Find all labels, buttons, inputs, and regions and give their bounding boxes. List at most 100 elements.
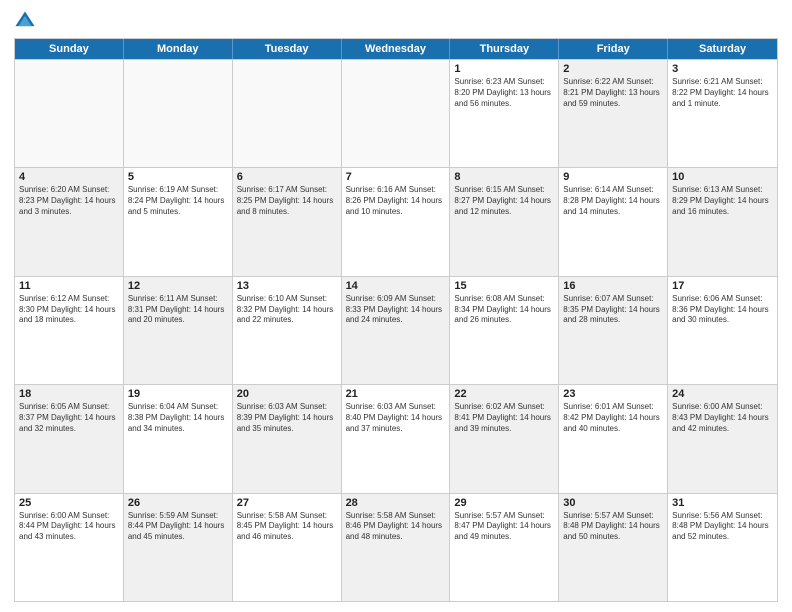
calendar-header-row: SundayMondayTuesdayWednesdayThursdayFrid…	[15, 39, 777, 59]
cell-text: Sunrise: 6:00 AM Sunset: 8:44 PM Dayligh…	[19, 511, 119, 543]
cell-text: Sunrise: 6:15 AM Sunset: 8:27 PM Dayligh…	[454, 185, 554, 217]
day-number: 27	[237, 497, 337, 509]
day-number: 24	[672, 388, 773, 400]
cell-text: Sunrise: 6:11 AM Sunset: 8:31 PM Dayligh…	[128, 294, 228, 326]
cell-text: Sunrise: 6:19 AM Sunset: 8:24 PM Dayligh…	[128, 185, 228, 217]
day-number: 11	[19, 280, 119, 292]
day-number: 16	[563, 280, 663, 292]
cell-text: Sunrise: 6:05 AM Sunset: 8:37 PM Dayligh…	[19, 402, 119, 434]
calendar-cell: 9 Sunrise: 6:14 AM Sunset: 8:28 PM Daylig…	[559, 168, 668, 275]
day-number: 29	[454, 497, 554, 509]
calendar-cell: 8 Sunrise: 6:15 AM Sunset: 8:27 PM Daylig…	[450, 168, 559, 275]
calendar: SundayMondayTuesdayWednesdayThursdayFrid…	[14, 38, 778, 602]
header	[14, 10, 778, 32]
cell-text: Sunrise: 6:03 AM Sunset: 8:40 PM Dayligh…	[346, 402, 446, 434]
cell-text: Sunrise: 6:03 AM Sunset: 8:39 PM Dayligh…	[237, 402, 337, 434]
calendar-week-row: 18Sunrise: 6:05 AM Sunset: 8:37 PM Dayli…	[15, 384, 777, 492]
calendar-cell: 17Sunrise: 6:06 AM Sunset: 8:36 PM Dayli…	[668, 277, 777, 384]
calendar-cell-empty	[233, 60, 342, 167]
day-number: 28	[346, 497, 446, 509]
day-number: 3	[672, 63, 773, 75]
cell-text: Sunrise: 6:08 AM Sunset: 8:34 PM Dayligh…	[454, 294, 554, 326]
calendar-cell: 5 Sunrise: 6:19 AM Sunset: 8:24 PM Daylig…	[124, 168, 233, 275]
day-number: 7	[346, 171, 446, 183]
calendar-cell: 2 Sunrise: 6:22 AM Sunset: 8:21 PM Daylig…	[559, 60, 668, 167]
day-number: 14	[346, 280, 446, 292]
calendar-cell: 27 Sunrise: 5:58 AM Sunset: 8:45 PM Dayli…	[233, 494, 342, 601]
day-number: 8	[454, 171, 554, 183]
calendar-cell: 24 Sunrise: 6:00 AM Sunset: 8:43 PM Dayli…	[668, 385, 777, 492]
cell-text: Sunrise: 5:56 AM Sunset: 8:48 PM Dayligh…	[672, 511, 773, 543]
calendar-cell: 6 Sunrise: 6:17 AM Sunset: 8:25 PM Daylig…	[233, 168, 342, 275]
cell-text: Sunrise: 6:01 AM Sunset: 8:42 PM Dayligh…	[563, 402, 663, 434]
cell-text: Sunrise: 6:04 AM Sunset: 8:38 PM Dayligh…	[128, 402, 228, 434]
calendar-cell: 26Sunrise: 5:59 AM Sunset: 8:44 PM Dayli…	[124, 494, 233, 601]
day-number: 22	[454, 388, 554, 400]
page: SundayMondayTuesdayWednesdayThursdayFrid…	[0, 0, 792, 612]
calendar-cell: 31 Sunrise: 5:56 AM Sunset: 8:48 PM Dayli…	[668, 494, 777, 601]
cell-text: Sunrise: 6:21 AM Sunset: 8:22 PM Dayligh…	[672, 77, 773, 109]
calendar-cell: 10Sunrise: 6:13 AM Sunset: 8:29 PM Dayli…	[668, 168, 777, 275]
calendar-cell: 7Sunrise: 6:16 AM Sunset: 8:26 PM Daylig…	[342, 168, 451, 275]
calendar-cell: 4 Sunrise: 6:20 AM Sunset: 8:23 PM Daylig…	[15, 168, 124, 275]
calendar-cell: 28 Sunrise: 5:58 AM Sunset: 8:46 PM Dayli…	[342, 494, 451, 601]
calendar-week-row: 1 Sunrise: 6:23 AM Sunset: 8:20 PM Daylig…	[15, 59, 777, 167]
calendar-header-cell: Tuesday	[233, 39, 342, 59]
cell-text: Sunrise: 6:14 AM Sunset: 8:28 PM Dayligh…	[563, 185, 663, 217]
calendar-header-cell: Friday	[559, 39, 668, 59]
calendar-cell: 30Sunrise: 5:57 AM Sunset: 8:48 PM Dayli…	[559, 494, 668, 601]
calendar-cell: 11 Sunrise: 6:12 AM Sunset: 8:30 PM Dayli…	[15, 277, 124, 384]
calendar-header-cell: Thursday	[450, 39, 559, 59]
cell-text: Sunrise: 6:06 AM Sunset: 8:36 PM Dayligh…	[672, 294, 773, 326]
day-number: 5	[128, 171, 228, 183]
logo	[14, 10, 40, 32]
day-number: 2	[563, 63, 663, 75]
calendar-cell: 15Sunrise: 6:08 AM Sunset: 8:34 PM Dayli…	[450, 277, 559, 384]
calendar-cell: 3 Sunrise: 6:21 AM Sunset: 8:22 PM Daylig…	[668, 60, 777, 167]
cell-text: Sunrise: 6:23 AM Sunset: 8:20 PM Dayligh…	[454, 77, 554, 109]
cell-text: Sunrise: 6:07 AM Sunset: 8:35 PM Dayligh…	[563, 294, 663, 326]
day-number: 12	[128, 280, 228, 292]
cell-text: Sunrise: 6:13 AM Sunset: 8:29 PM Dayligh…	[672, 185, 773, 217]
day-number: 6	[237, 171, 337, 183]
cell-text: Sunrise: 5:58 AM Sunset: 8:46 PM Dayligh…	[346, 511, 446, 543]
day-number: 25	[19, 497, 119, 509]
calendar-cell: 29Sunrise: 5:57 AM Sunset: 8:47 PM Dayli…	[450, 494, 559, 601]
calendar-header-cell: Sunday	[15, 39, 124, 59]
calendar-cell-empty	[342, 60, 451, 167]
cell-text: Sunrise: 6:22 AM Sunset: 8:21 PM Dayligh…	[563, 77, 663, 109]
cell-text: Sunrise: 6:10 AM Sunset: 8:32 PM Dayligh…	[237, 294, 337, 326]
calendar-cell: 12 Sunrise: 6:11 AM Sunset: 8:31 PM Dayli…	[124, 277, 233, 384]
cell-text: Sunrise: 6:00 AM Sunset: 8:43 PM Dayligh…	[672, 402, 773, 434]
day-number: 4	[19, 171, 119, 183]
cell-text: Sunrise: 6:12 AM Sunset: 8:30 PM Dayligh…	[19, 294, 119, 326]
calendar-week-row: 11 Sunrise: 6:12 AM Sunset: 8:30 PM Dayli…	[15, 276, 777, 384]
calendar-header-cell: Saturday	[668, 39, 777, 59]
logo-icon	[14, 10, 36, 32]
cell-text: Sunrise: 5:58 AM Sunset: 8:45 PM Dayligh…	[237, 511, 337, 543]
calendar-cell: 25 Sunrise: 6:00 AM Sunset: 8:44 PM Dayli…	[15, 494, 124, 601]
day-number: 31	[672, 497, 773, 509]
day-number: 1	[454, 63, 554, 75]
calendar-cell: 19Sunrise: 6:04 AM Sunset: 8:38 PM Dayli…	[124, 385, 233, 492]
calendar-cell: 18Sunrise: 6:05 AM Sunset: 8:37 PM Dayli…	[15, 385, 124, 492]
calendar-cell: 22 Sunrise: 6:02 AM Sunset: 8:41 PM Dayli…	[450, 385, 559, 492]
day-number: 23	[563, 388, 663, 400]
cell-text: Sunrise: 6:17 AM Sunset: 8:25 PM Dayligh…	[237, 185, 337, 217]
calendar-cell: 21 Sunrise: 6:03 AM Sunset: 8:40 PM Dayli…	[342, 385, 451, 492]
calendar-cell: 23 Sunrise: 6:01 AM Sunset: 8:42 PM Dayli…	[559, 385, 668, 492]
cell-text: Sunrise: 5:57 AM Sunset: 8:48 PM Dayligh…	[563, 511, 663, 543]
calendar-cell: 20Sunrise: 6:03 AM Sunset: 8:39 PM Dayli…	[233, 385, 342, 492]
cell-text: Sunrise: 6:20 AM Sunset: 8:23 PM Dayligh…	[19, 185, 119, 217]
calendar-cell: 1 Sunrise: 6:23 AM Sunset: 8:20 PM Daylig…	[450, 60, 559, 167]
calendar-week-row: 4 Sunrise: 6:20 AM Sunset: 8:23 PM Daylig…	[15, 167, 777, 275]
calendar-cell-empty	[124, 60, 233, 167]
calendar-body: 1 Sunrise: 6:23 AM Sunset: 8:20 PM Daylig…	[15, 59, 777, 601]
calendar-header-cell: Wednesday	[342, 39, 451, 59]
day-number: 21	[346, 388, 446, 400]
calendar-week-row: 25 Sunrise: 6:00 AM Sunset: 8:44 PM Dayli…	[15, 493, 777, 601]
day-number: 26	[128, 497, 228, 509]
day-number: 9	[563, 171, 663, 183]
calendar-cell-empty	[15, 60, 124, 167]
cell-text: Sunrise: 6:02 AM Sunset: 8:41 PM Dayligh…	[454, 402, 554, 434]
